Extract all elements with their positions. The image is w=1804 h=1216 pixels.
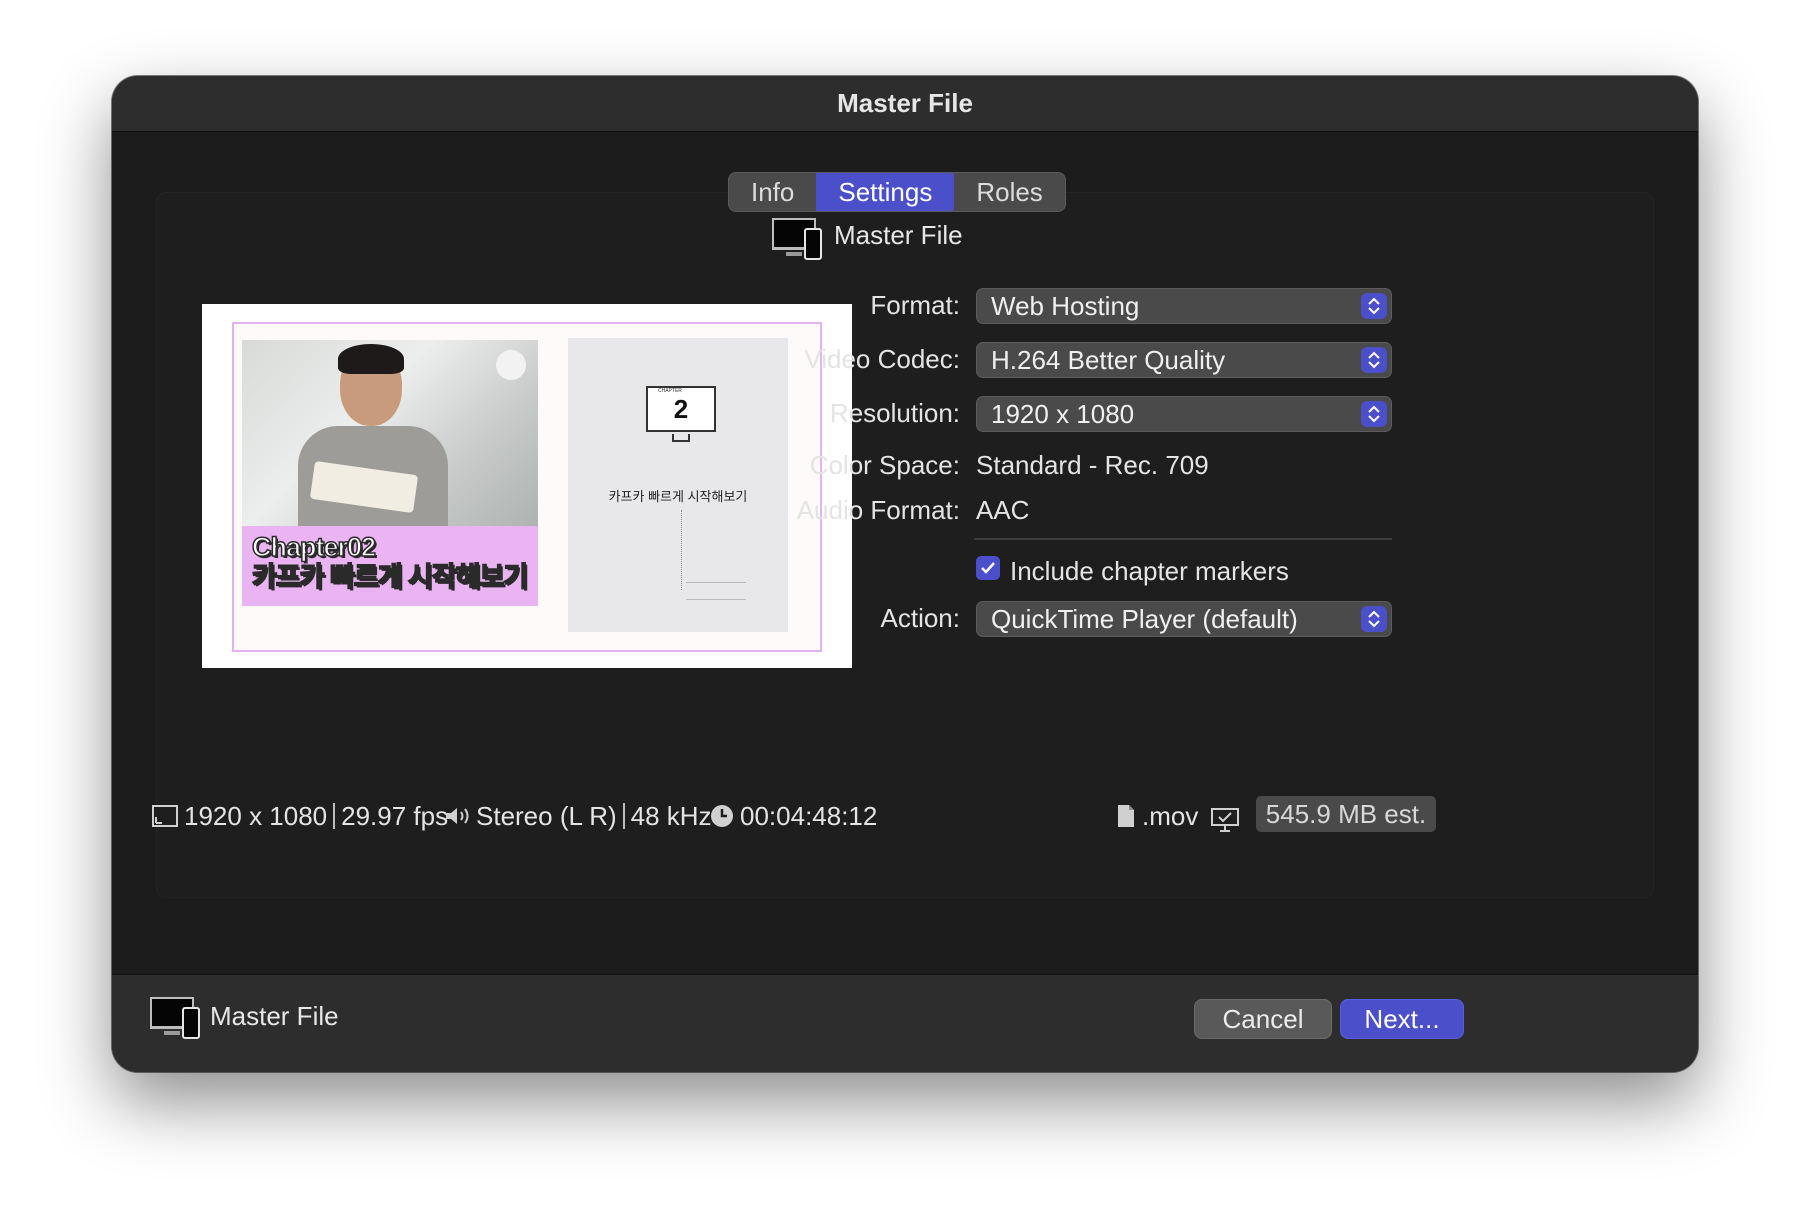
status-duration: 00:04:48:12 [740,800,878,831]
tab-info[interactable]: Info [729,173,816,211]
dialog-footer: Master File Cancel Next... [112,974,1698,1072]
audio-info: Stereo (L R) 48 kHz [444,798,712,834]
chevron-updown-icon [1361,401,1387,427]
document-icon [1118,805,1134,827]
caption-line-2: 카프카 빠르게 시작해보기 [251,561,529,593]
video-info: 1920 x 1080 29.97 fps [152,798,448,834]
status-sample-rate: 48 kHz [630,800,712,831]
video-codec-popup[interactable]: H.264 Better Quality [976,342,1392,378]
checkmark-icon [981,562,995,574]
title-bar: Master File [112,76,1698,132]
resolution-value: 1920 x 1080 [991,398,1135,429]
duration-info: 00:04:48:12 [710,798,877,834]
master-file-icon [772,218,826,264]
monitor-check-icon [1211,808,1239,832]
tab-bar: Info Settings Roles [728,172,1066,212]
status-fps: 29.97 fps [341,800,449,831]
audio-format-label: Audio Format: [796,495,960,525]
status-audio-channels: Stereo (L R) [476,800,617,831]
preview-caption: Chapter02 카프카 빠르게 시작해보기 [242,526,538,606]
chevron-updown-icon [1361,606,1387,632]
action-popup[interactable]: QuickTime Player (default) [976,601,1392,637]
preview-page-card: 2 CHAPTER 카프카 빠르게 시작해보기 [568,338,788,632]
settings-divider [974,538,1392,540]
status-extension: .mov [1142,800,1199,831]
audio-format-value: AAC [976,495,1030,525]
action-value: QuickTime Player (default) [991,603,1298,634]
preview-photo [242,340,538,526]
format-label: Format: [870,290,960,320]
size-estimate-badge: 545.9 MB est. [1256,796,1436,832]
cancel-button[interactable]: Cancel [1194,999,1332,1039]
speaker-icon [446,808,469,824]
chapter-markers-checkbox[interactable] [976,556,1000,580]
window-title: Master File [837,88,973,118]
status-resolution: 1920 x 1080 [184,800,328,831]
chapter-label: CHAPTER [658,388,682,394]
file-type-info: .mov [1116,798,1198,834]
format-value: Web Hosting [991,290,1140,321]
chapter-markers-label[interactable]: Include chapter markers [1010,556,1289,587]
format-popup[interactable]: Web Hosting [976,288,1392,324]
share-dialog: Master File Info Settings Roles Chapter0… [112,76,1698,1072]
chevron-updown-icon [1361,293,1387,319]
destination-name: Master File [834,220,963,250]
chevron-updown-icon [1361,347,1387,373]
action-label: Action: [880,603,961,633]
caption-line-1: Chapter02 [251,531,377,563]
next-button[interactable]: Next... [1340,999,1464,1039]
resolution-popup[interactable]: 1920 x 1080 [976,396,1392,432]
video-codec-value: H.264 Better Quality [991,344,1226,375]
color-space-label: Color Space: [809,450,960,480]
tab-roles[interactable]: Roles [954,173,1064,211]
frame-size-icon [152,805,178,827]
footer-label: Master File [210,1001,339,1031]
video-codec-label: Video Codec: [804,344,960,374]
clock-icon [711,805,733,827]
tab-settings[interactable]: Settings [816,173,955,211]
resolution-label: Resolution: [829,398,960,428]
master-file-footer-icon [150,997,204,1043]
color-space-value: Standard - Rec. 709 [976,450,1209,480]
